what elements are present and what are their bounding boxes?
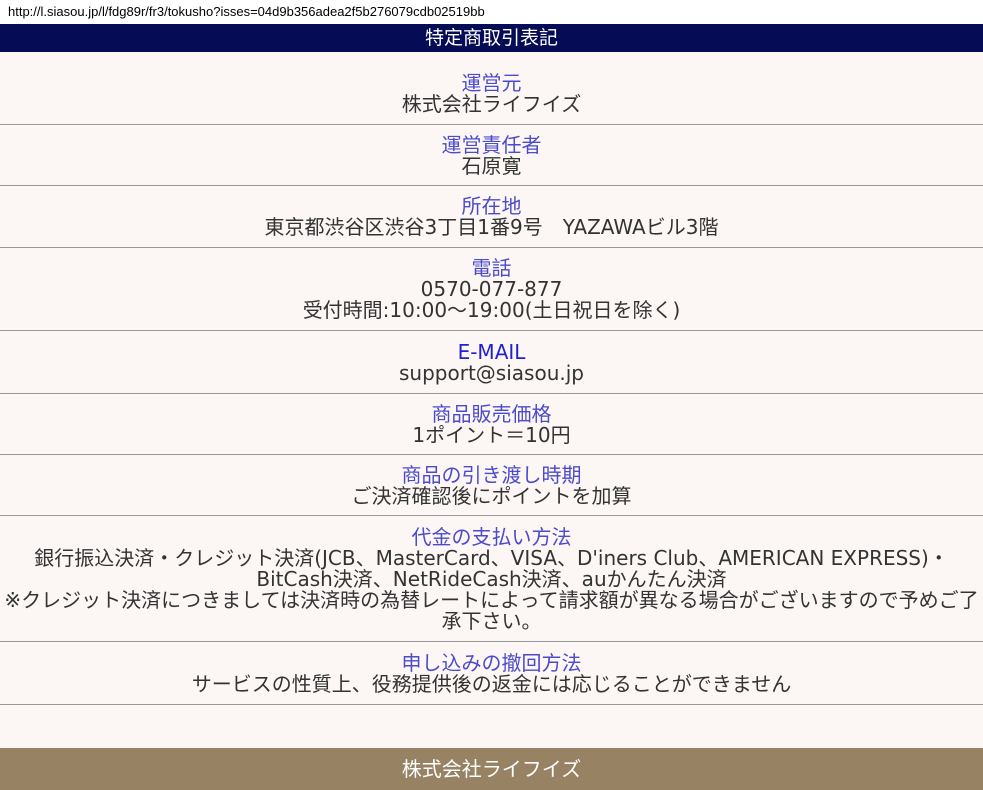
table-row: 商品の引き渡し時期 ご決済確認後にポイントを加算: [0, 455, 983, 516]
row-label-manager: 運営責任者: [4, 135, 979, 156]
row-label-delivery: 商品の引き渡し時期: [4, 465, 979, 486]
row-label-address: 所在地: [4, 196, 979, 217]
row-value: 東京都渋谷区渋谷3丁目1番9号 YAZAWAビル3階: [4, 217, 979, 238]
row-value-payment-note-1: ※クレジット決済につきましては決済時の為替レートによって請求額が異なる場合がござ…: [4, 590, 979, 611]
row-value-payment-methods-1: 銀行振込決済・クレジット決済(JCB、MasterCard、VISA、D'ine…: [4, 548, 979, 569]
row-value: 株式会社ライフイズ: [4, 94, 979, 115]
row-value-phone-number: 0570-077-877: [4, 279, 979, 300]
footer-bar: 株式会社ライフイズ: [0, 748, 983, 790]
row-value: 石原寛: [4, 156, 979, 177]
row-value-email-address: support@siasou.jp: [4, 363, 979, 384]
row-label-price: 商品販売価格: [4, 404, 979, 425]
page-title: 特定商取引表記: [0, 24, 983, 52]
row-value-payment-methods-2: BitCash決済、NetRideCash決済、auかんたん決済: [4, 569, 979, 590]
table-row: E-MAIL support@siasou.jp: [0, 331, 983, 394]
row-value-payment-note-2: 承下さい。: [4, 611, 979, 632]
row-label-cancellation: 申し込みの撤回方法: [4, 653, 979, 674]
table-row: 申し込みの撤回方法 サービスの性質上、役務提供後の返金には応じることができません: [0, 642, 983, 705]
row-label-phone: 電話: [4, 258, 979, 279]
row-value: サービスの性質上、役務提供後の返金には応じることができません: [4, 674, 979, 695]
row-value-phone-hours: 受付時間:10:00〜19:00(土日祝日を除く): [4, 300, 979, 321]
row-value: 1ポイント＝10円: [4, 425, 979, 446]
table-row: 商品販売価格 1ポイント＝10円: [0, 394, 983, 455]
row-value: ご決済確認後にポイントを加算: [4, 486, 979, 507]
row-label-email: E-MAIL: [4, 342, 979, 363]
row-label-payment: 代金の支払い方法: [4, 527, 979, 548]
empty-row: [0, 705, 983, 748]
table-row: 電話 0570-077-877 受付時間:10:00〜19:00(土日祝日を除く…: [0, 248, 983, 331]
table-row: 運営責任者 石原寛: [0, 125, 983, 186]
footer-company-name: 株式会社ライフイズ: [402, 757, 581, 781]
table-row: 所在地 東京都渋谷区渋谷3丁目1番9号 YAZAWAビル3階: [0, 186, 983, 248]
table-row: 代金の支払い方法 銀行振込決済・クレジット決済(JCB、MasterCard、V…: [0, 516, 983, 642]
table-row: 運営元 株式会社ライフイズ: [0, 52, 983, 125]
row-label-operator: 運営元: [4, 73, 979, 94]
page-url: http://l.siasou.jp/l/fdg89r/fr3/tokusho?…: [0, 0, 983, 24]
